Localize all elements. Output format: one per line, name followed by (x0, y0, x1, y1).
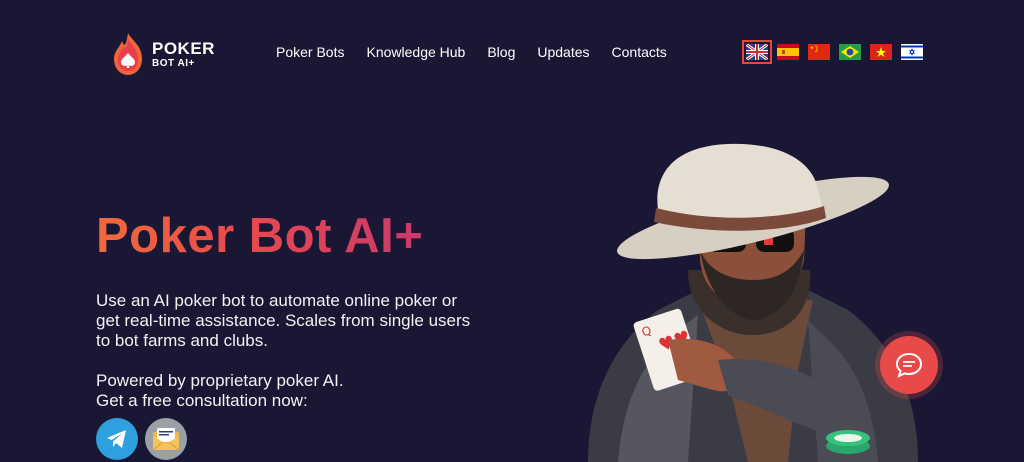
israel-flag-icon[interactable] (901, 44, 923, 60)
brand-logo[interactable]: POKER BOT AI+ (108, 30, 228, 78)
live-chat-button[interactable] (880, 336, 938, 394)
hero-cta-text: Powered by proprietary poker AI. Get a f… (96, 371, 476, 411)
uk-flag-icon[interactable] (742, 40, 772, 64)
china-flag-icon[interactable] (808, 44, 830, 60)
flame-spade-icon (114, 33, 142, 75)
hero-title: Poker Bot AI+ (96, 209, 424, 263)
brazil-flag-icon[interactable] (839, 44, 861, 60)
poker-player-illustration: Q ♥♥ (588, 143, 918, 462)
nav-item-knowledge-hub[interactable]: Knowledge Hub (366, 44, 465, 60)
nav-item-poker-bots[interactable]: Poker Bots (276, 44, 344, 60)
spain-flag-icon[interactable] (777, 44, 799, 60)
consultation-text: Get a free consultation now: (96, 391, 308, 410)
email-icon (152, 428, 180, 451)
nav-item-updates[interactable]: Updates (537, 44, 589, 60)
telegram-button[interactable] (96, 418, 138, 460)
vietnam-flag-icon[interactable] (870, 44, 892, 60)
nav-item-blog[interactable]: Blog (487, 44, 515, 60)
chat-bubble-icon (895, 352, 923, 378)
brand-subtitle: BOT AI+ (152, 57, 195, 69)
email-button[interactable] (145, 418, 187, 460)
main-nav: Poker Bots Knowledge Hub Blog Updates Co… (276, 44, 667, 60)
language-selector (742, 40, 932, 64)
telegram-icon (107, 430, 126, 448)
powered-by-text: Powered by proprietary poker AI. (96, 371, 344, 390)
contact-buttons (96, 418, 187, 460)
nav-item-contacts[interactable]: Contacts (612, 44, 667, 60)
hero-description: Use an AI poker bot to automate online p… (96, 291, 471, 350)
brand-text: POKER BOT AI+ (152, 40, 215, 69)
brand-name: POKER (152, 38, 215, 58)
